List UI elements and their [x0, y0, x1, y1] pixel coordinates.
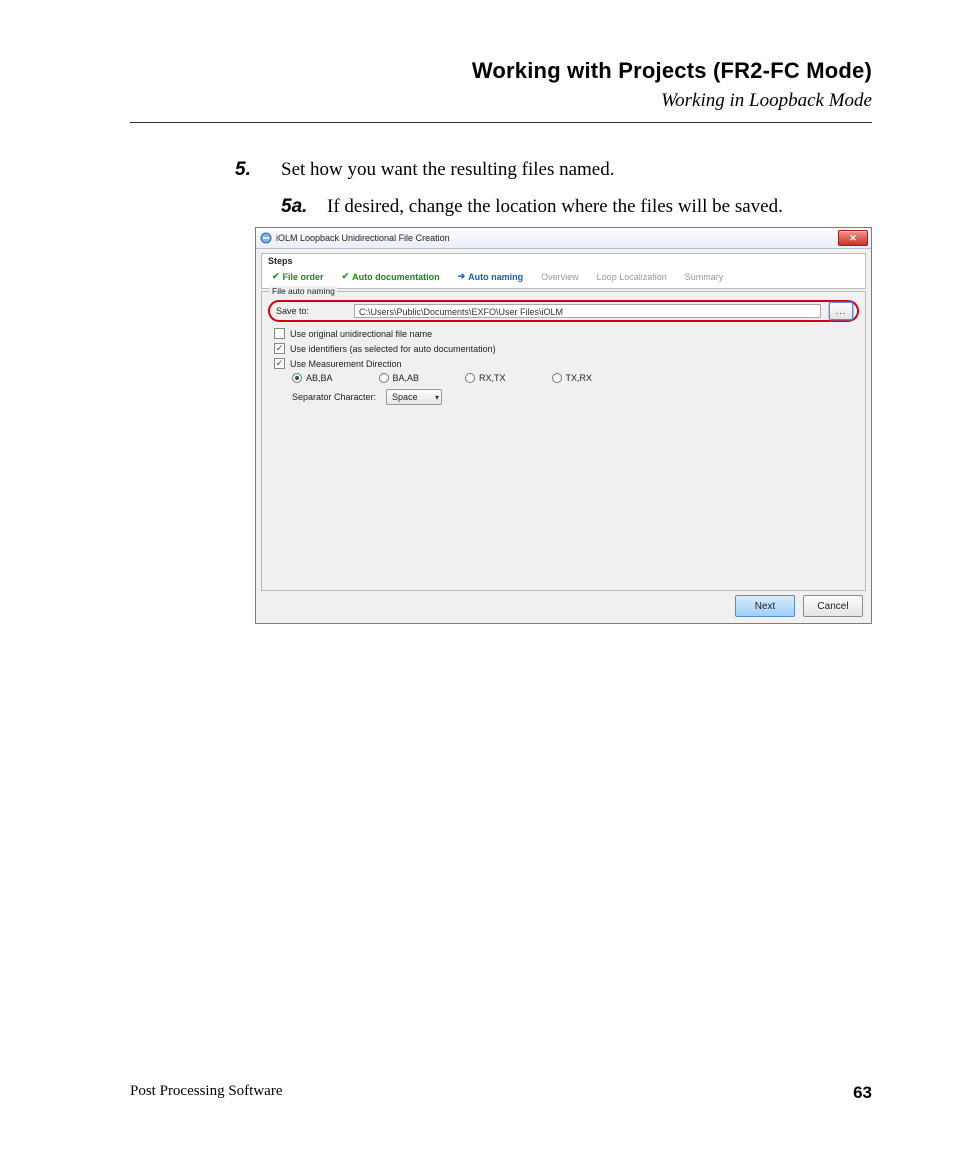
separator-label: Separator Character: — [292, 392, 376, 402]
arrow-icon: ➔ — [458, 271, 466, 282]
file-auto-naming-panel: File auto naming Save to: C:\Users\Publi… — [261, 291, 866, 591]
save-to-label: Save to: — [276, 306, 346, 316]
close-icon: ✕ — [849, 233, 857, 244]
radio-baab[interactable]: BA,AB — [379, 373, 420, 383]
button-label: Cancel — [817, 601, 848, 612]
page-subtitle: Working in Loopback Mode — [130, 90, 872, 112]
step-summary: Summary — [685, 272, 724, 282]
cancel-button[interactable]: Cancel — [803, 595, 863, 617]
checkbox-identifiers-row[interactable]: Use identifiers (as selected for auto do… — [274, 343, 853, 354]
options-block: Use original unidirectional file name Us… — [274, 328, 853, 405]
radio-input[interactable] — [552, 373, 562, 383]
step-overview: Overview — [541, 272, 579, 282]
step-auto-naming[interactable]: ➔ Auto naming — [458, 271, 524, 282]
close-button[interactable]: ✕ — [838, 230, 868, 246]
body-text: 5. Set how you want the resulting files … — [235, 155, 872, 222]
radio-label: TX,RX — [566, 373, 593, 383]
radio-label: BA,AB — [393, 373, 420, 383]
checkbox-label: Use original unidirectional file name — [290, 329, 432, 339]
button-label: Next — [755, 601, 776, 612]
wizard-steps: Steps ✔ File order ✔ Auto documentation … — [261, 253, 866, 289]
radio-label: AB,BA — [306, 373, 333, 383]
step-auto-documentation[interactable]: ✔ Auto documentation — [342, 271, 440, 282]
checkbox-original-name[interactable] — [274, 328, 285, 339]
app-icon — [260, 232, 272, 244]
page-title: Working with Projects (FR2-FC Mode) — [130, 58, 872, 84]
page-header: Working with Projects (FR2-FC Mode) Work… — [130, 58, 872, 123]
separator-dropdown[interactable]: Space ▾ — [386, 389, 442, 405]
radio-label: RX,TX — [479, 373, 506, 383]
chevron-down-icon: ▾ — [435, 393, 439, 402]
radio-rxtx[interactable]: RX,TX — [465, 373, 506, 383]
step-file-order[interactable]: ✔ File order — [272, 271, 324, 282]
dialog-window: iOLM Loopback Unidirectional File Creati… — [255, 227, 872, 624]
checkbox-direction-row[interactable]: Use Measurement Direction — [274, 358, 853, 369]
check-icon: ✔ — [272, 271, 280, 282]
checkbox-label: Use Measurement Direction — [290, 359, 402, 369]
radio-abba[interactable]: AB,BA — [292, 373, 333, 383]
substep-number: 5a. — [281, 192, 327, 221]
page-footer: Post Processing Software 63 — [130, 1083, 872, 1103]
step-label: File order — [283, 272, 324, 282]
browse-button[interactable]: ... — [829, 302, 853, 320]
steps-heading: Steps — [268, 256, 859, 266]
checkbox-original-name-row[interactable]: Use original unidirectional file name — [274, 328, 853, 339]
step-loop-localization: Loop Localization — [597, 272, 667, 282]
direction-radio-group: AB,BA BA,AB RX,TX TX,RX — [292, 373, 853, 383]
step-label: Loop Localization — [597, 272, 667, 282]
step-number: 5. — [235, 155, 281, 184]
checkbox-label: Use identifiers (as selected for auto do… — [290, 344, 496, 354]
step-label: Auto documentation — [352, 272, 440, 282]
step-text: Set how you want the resulting files nam… — [281, 155, 615, 184]
step-label: Summary — [685, 272, 724, 282]
save-to-input[interactable]: C:\Users\Public\Documents\EXFO\User File… — [354, 304, 821, 318]
check-icon: ✔ — [342, 271, 350, 282]
page-number: 63 — [853, 1083, 872, 1103]
radio-input[interactable] — [379, 373, 389, 383]
substep-text: If desired, change the location where th… — [327, 192, 783, 221]
radio-input[interactable] — [292, 373, 302, 383]
ellipsis-icon: ... — [836, 306, 847, 316]
titlebar: iOLM Loopback Unidirectional File Creati… — [256, 228, 871, 249]
window-title: iOLM Loopback Unidirectional File Creati… — [276, 233, 450, 243]
radio-input[interactable] — [465, 373, 475, 383]
step-label: Overview — [541, 272, 579, 282]
header-rule — [130, 122, 872, 123]
checkbox-direction[interactable] — [274, 358, 285, 369]
panel-legend: File auto naming — [270, 286, 337, 296]
dialog-button-bar: Next Cancel — [735, 595, 863, 617]
radio-txrx[interactable]: TX,RX — [552, 373, 593, 383]
separator-value: Space — [392, 392, 418, 402]
checkbox-identifiers[interactable] — [274, 343, 285, 354]
footer-product: Post Processing Software — [130, 1083, 283, 1103]
step-label: Auto naming — [468, 272, 523, 282]
separator-row: Separator Character: Space ▾ — [292, 389, 853, 405]
save-to-row: Save to: C:\Users\Public\Documents\EXFO\… — [268, 300, 859, 322]
next-button[interactable]: Next — [735, 595, 795, 617]
